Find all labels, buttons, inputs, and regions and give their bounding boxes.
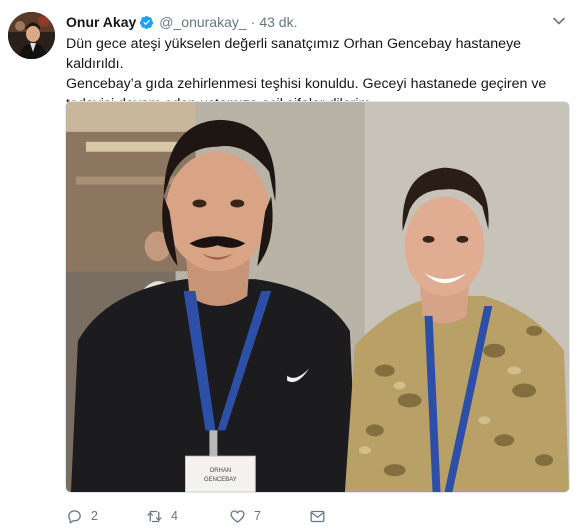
like-count: 7 (254, 509, 261, 523)
reply-count: 2 (91, 509, 98, 523)
reply-button[interactable]: 2 (66, 508, 146, 525)
tweet-text-line: Dün gece ateşi yükselen değerli sanatçım… (66, 36, 522, 72)
heart-icon (230, 509, 245, 523)
tweet-text-line: Gencebay’a gıda zehirlenmesi teşhisi kon… (66, 76, 547, 92)
tweet: Onur Akay @_onurakay_ · 43 dk. Dün gece … (0, 0, 576, 532)
photo-image: ORHAN GENCEBAY (66, 102, 569, 492)
chevron-down-icon[interactable] (552, 14, 566, 28)
tweet-actions: 2 4 7 (66, 506, 339, 526)
reply-icon (68, 509, 81, 524)
photo-badge-text: GENCEBAY (204, 477, 237, 483)
avatar[interactable] (8, 12, 55, 59)
envelope-icon (310, 510, 325, 522)
retweet-count: 4 (171, 509, 178, 523)
verified-badge-icon (139, 15, 154, 30)
photo-badge-text: ORHAN (210, 468, 232, 474)
avatar-image (8, 12, 55, 59)
header-separator: · (250, 14, 256, 30)
like-button[interactable]: 7 (229, 508, 309, 525)
retweet-icon (147, 510, 162, 522)
retweet-button[interactable]: 4 (146, 508, 229, 525)
tweet-photo[interactable]: ORHAN GENCEBAY (65, 101, 570, 493)
tweet-header: Onur Akay @_onurakay_ · 43 dk. (66, 12, 566, 32)
direct-message-button[interactable] (309, 508, 339, 525)
tweet-timestamp[interactable]: 43 dk. (259, 14, 297, 30)
user-handle[interactable]: @_onurakay_ (159, 14, 246, 30)
display-name[interactable]: Onur Akay (66, 14, 136, 30)
